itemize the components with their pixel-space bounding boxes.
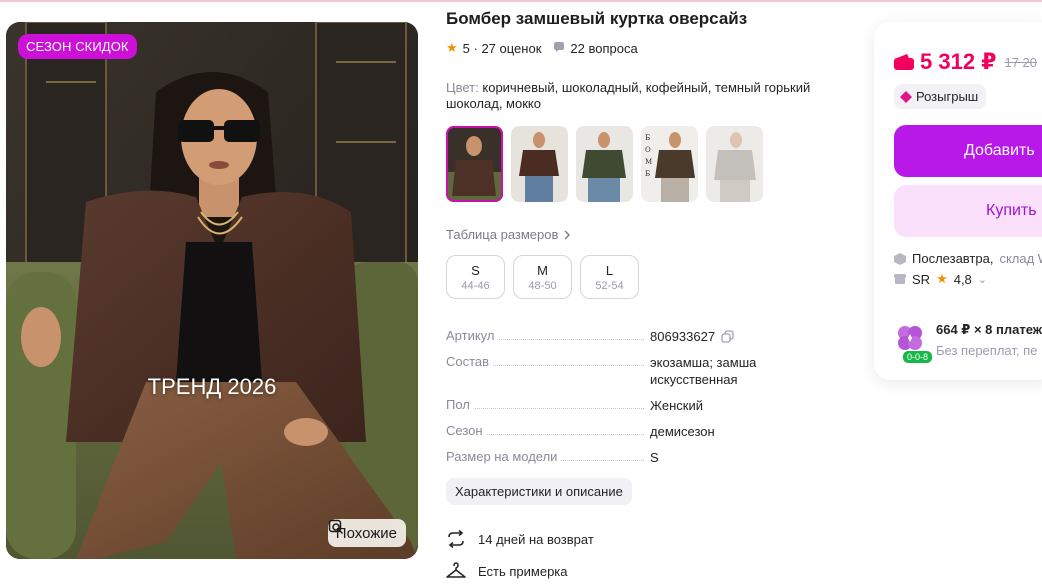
star-icon: ★ <box>936 271 948 286</box>
size-range: 52-54 <box>595 280 624 292</box>
similar-button[interactable]: Похожие <box>327 519 406 547</box>
spec-key: Сезон <box>446 423 487 438</box>
meta-separator: · <box>469 40 482 56</box>
color-thumbnail-1[interactable] <box>446 126 503 202</box>
old-price: 17 20 <box>1004 54 1038 70</box>
size-table-link[interactable]: Таблица размеров <box>446 227 571 242</box>
size-option-m[interactable]: M 48-50 <box>513 255 572 299</box>
questions-link[interactable]: 22 вопроса <box>570 41 637 56</box>
spec-key: Пол <box>446 397 474 412</box>
spec-row-season: Сезон демисезон <box>446 423 846 440</box>
size-selector: S 44-46 M 48-50 L 52-54 <box>446 255 639 299</box>
product-main-photo[interactable]: СЕЗОН СКИДОК ТРЕНД 2026 Похожие <box>6 22 418 559</box>
article-number: 806933627 <box>650 329 716 344</box>
spec-value: Женский <box>650 398 703 413</box>
shop-icon <box>894 274 906 284</box>
color-description: Цвет: коричневый, шоколадный, кофейный, … <box>446 80 836 112</box>
svg-text:М: М <box>645 158 652 166</box>
seller-rating: 4,8 <box>953 271 972 287</box>
raffle-label: Розыгрыш <box>916 89 979 104</box>
return-arrows-icon <box>448 530 464 548</box>
current-price: 5 312 ₽ <box>920 49 997 74</box>
box-icon <box>894 252 906 265</box>
size-label: M <box>537 263 548 278</box>
price-card: 5 312 ₽ 17 20 Розыгрыш Добавить Купить П… <box>874 22 1042 380</box>
product-title: Бомбер замшевый куртка оверсайз <box>446 9 748 28</box>
size-option-l[interactable]: L 52-54 <box>580 255 639 299</box>
feature-text: Есть примерка <box>478 563 568 579</box>
diamond-icon <box>900 90 912 103</box>
feature-returns: 14 дней на возврат <box>446 530 594 548</box>
size-label: L <box>605 263 614 278</box>
installment-amount: 664 ₽ × 8 платеж <box>936 322 1042 337</box>
size-label: S <box>471 263 480 278</box>
color-thumbnail-5[interactable] <box>706 126 763 202</box>
feature-text: 14 дней на возврат <box>478 531 594 547</box>
rating-value: 5 <box>462 40 470 56</box>
chevron-right-icon <box>564 229 571 240</box>
svg-text:Б: Б <box>645 134 650 142</box>
photo-overlay-text: ТРЕНД 2026 <box>147 374 277 399</box>
svg-text:Б: Б <box>645 170 650 178</box>
seller-name: SR <box>912 271 931 287</box>
copy-icon[interactable] <box>721 330 734 343</box>
size-range: 48-50 <box>528 280 557 292</box>
spec-value: экозамша; замша искусственная <box>650 355 757 387</box>
color-value: коричневый, шоколадный, кофейный, темный… <box>446 80 811 111</box>
spec-row-model-size: Размер на модели S <box>446 449 846 466</box>
size-range: 44-46 <box>461 280 490 292</box>
installment-badge: 0-0-8 <box>902 350 934 364</box>
delivery-date: Послезавтра, <box>912 251 994 266</box>
star-icon: ★ <box>446 40 458 55</box>
installment-offer[interactable]: 0-0-8 664 ₽ × 8 платеж Без переплат, пе <box>894 322 1042 366</box>
spec-key: Состав <box>446 354 494 369</box>
product-meta: ★ 5 · 27 оценок 22 вопроса <box>446 40 638 56</box>
similar-button-label: Похожие <box>335 524 397 542</box>
spec-key: Артикул <box>446 328 499 343</box>
size-option-s[interactable]: S 44-46 <box>446 255 505 299</box>
delivery-info: Послезавтра, склад W <box>894 251 1042 266</box>
add-to-cart-button[interactable]: Добавить <box>894 125 1042 177</box>
promo-badge: СЕЗОН СКИДОК <box>18 34 137 59</box>
chevron-down-icon: ⌄ <box>977 273 988 286</box>
seller-info[interactable]: SR ★ 4,8 ⌄ <box>894 271 987 287</box>
hanger-icon <box>446 562 466 578</box>
color-thumbnails: БОМБ <box>446 126 763 202</box>
similar-search-icon <box>328 519 343 535</box>
top-divider <box>0 0 1042 2</box>
spec-value: S <box>650 450 659 465</box>
color-thumbnail-2[interactable] <box>511 126 568 202</box>
questions-icon <box>553 41 565 56</box>
feature-fitting: Есть примерка <box>446 562 568 580</box>
color-thumbnail-4[interactable]: БОМБ <box>641 126 698 202</box>
size-table-label: Таблица размеров <box>446 227 559 242</box>
color-thumbnail-3[interactable] <box>576 126 633 202</box>
svg-text:О: О <box>645 146 651 154</box>
spec-row-composition: Состав экозамша; замша искусственная <box>446 354 846 388</box>
installment-note: Без переплат, пе <box>936 343 1038 358</box>
buy-now-button[interactable]: Купить <box>894 185 1042 237</box>
characteristics-button[interactable]: Характеристики и описание <box>446 478 632 505</box>
delivery-store: склад W <box>999 251 1042 266</box>
color-label: Цвет: <box>446 80 479 95</box>
raffle-badge[interactable]: Розыгрыш <box>894 84 987 109</box>
product-specs: Артикул 806933627 Состав экозамша; замша… <box>446 328 846 475</box>
spec-value: демисезон <box>650 424 715 439</box>
product-photo-illustration <box>6 22 418 559</box>
spec-row-article: Артикул 806933627 <box>446 328 846 345</box>
spec-row-gender: Пол Женский <box>446 397 846 414</box>
price-row: 5 312 ₽ 17 20 <box>894 49 1037 75</box>
spec-key: Размер на модели <box>446 449 562 464</box>
wallet-icon <box>894 54 914 70</box>
reviews-link[interactable]: 27 оценок <box>481 41 541 56</box>
